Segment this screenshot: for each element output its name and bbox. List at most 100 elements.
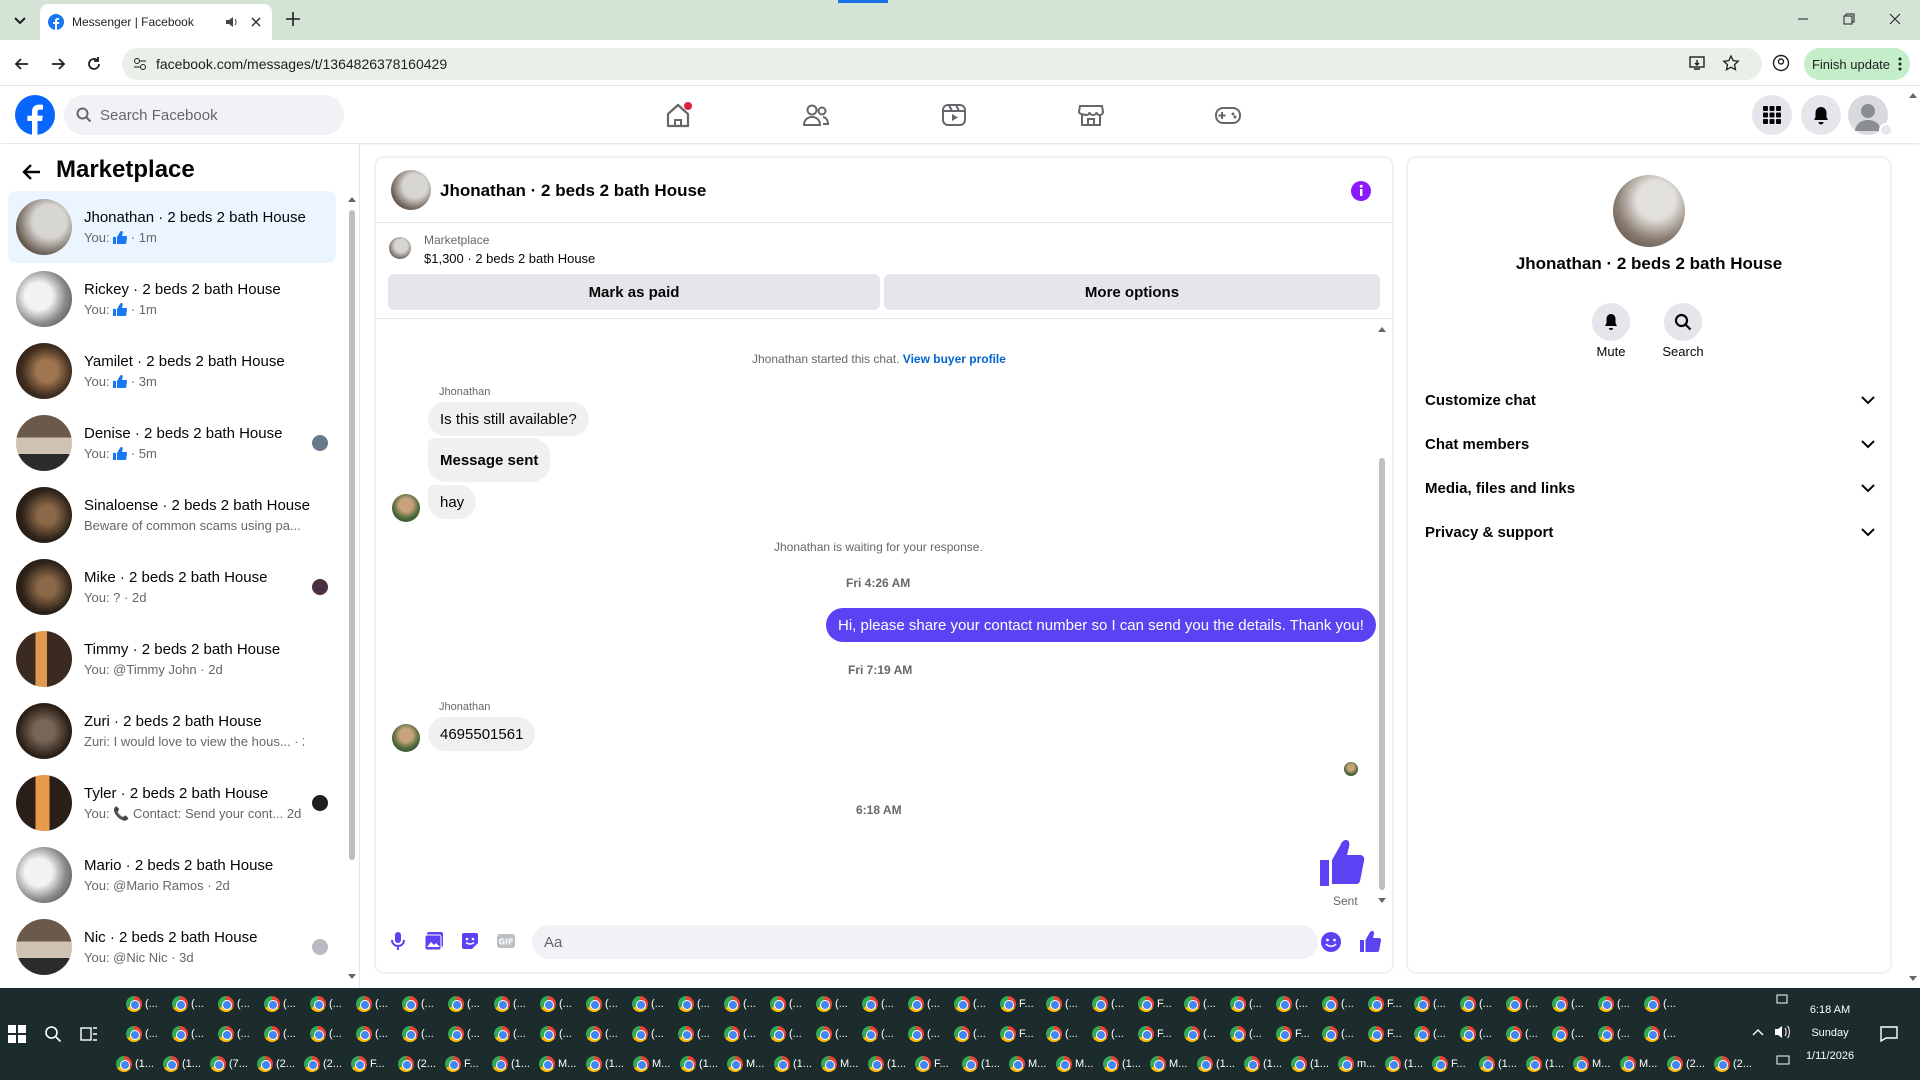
taskbar-chrome-window[interactable]: (...	[402, 1023, 434, 1045]
info-avatar[interactable]	[1613, 175, 1685, 247]
taskbar-chrome-window[interactable]: (...	[310, 993, 342, 1015]
taskbar-chrome-window[interactable]: (...	[1322, 1023, 1354, 1045]
url-bar[interactable]: facebook.com/messages/t/1364826378160429	[122, 48, 1762, 80]
taskbar-chrome-window[interactable]: M...	[1150, 1053, 1187, 1075]
taskbar-chrome-window[interactable]: (...	[494, 993, 526, 1015]
taskbar-chrome-window[interactable]: (...	[1414, 1023, 1446, 1045]
conversation-item[interactable]: Timmy · 2 beds 2 bath House You: @Timmy J…	[8, 623, 336, 695]
conversation-item[interactable]: Zuri · 2 beds 2 bath House Zuri: I would …	[8, 695, 336, 767]
bookmark-star-icon[interactable]	[1722, 54, 1740, 72]
taskbar-chrome-window[interactable]: (1...	[962, 1053, 1000, 1075]
back-icon[interactable]	[12, 54, 32, 74]
nav-friends-icon[interactable]	[802, 102, 830, 128]
taskbar-chrome-window[interactable]: (1...	[586, 1053, 624, 1075]
nav-gaming-icon[interactable]	[1214, 102, 1242, 128]
task-view-icon[interactable]	[80, 1025, 98, 1043]
taskbar-chrome-window[interactable]: M...	[1056, 1053, 1093, 1075]
taskbar-chrome-window[interactable]: (1...	[116, 1053, 154, 1075]
taskbar-chrome-window[interactable]: F...	[1432, 1053, 1466, 1075]
scroll-down-icon[interactable]	[347, 974, 357, 980]
message-bubble[interactable]: Message sent	[428, 438, 551, 482]
chat-members-section[interactable]: Chat members	[1425, 426, 1875, 462]
page-scroll-up-icon[interactable]	[1908, 92, 1918, 98]
mark-as-paid-button[interactable]: Mark as paid	[388, 274, 880, 310]
like-icon[interactable]	[1359, 931, 1381, 953]
taskbar-chrome-window[interactable]: (...	[172, 993, 204, 1015]
chat-scroll-down-icon[interactable]	[1377, 898, 1387, 904]
taskbar-chrome-window[interactable]: M...	[1620, 1053, 1657, 1075]
conversation-item[interactable]: Rickey · 2 beds 2 bath House You: · 1m	[8, 263, 336, 335]
media-files-links-section[interactable]: Media, files and links	[1425, 470, 1875, 506]
sender-avatar[interactable]	[392, 494, 420, 522]
taskbar-chrome-window[interactable]: (2...	[1714, 1053, 1752, 1075]
taskbar-chrome-window[interactable]: (...	[126, 1023, 158, 1045]
speaker-icon[interactable]	[224, 14, 240, 30]
taskbar-chrome-window[interactable]: m...	[1338, 1053, 1375, 1075]
taskbar-chrome-window[interactable]: F...	[1138, 993, 1172, 1015]
message-bubble[interactable]: hay	[428, 485, 477, 519]
taskbar-chrome-window[interactable]: (...	[218, 993, 250, 1015]
taskbar-chrome-window[interactable]: F...	[1000, 993, 1034, 1015]
taskbar-chrome-window[interactable]: (...	[586, 1023, 618, 1045]
taskbar-chrome-window[interactable]: (2...	[1667, 1053, 1705, 1075]
large-like-icon[interactable]	[1318, 838, 1368, 888]
taskbar-chrome-window[interactable]: (...	[1552, 993, 1584, 1015]
taskbar-chrome-window[interactable]: F...	[1276, 1023, 1310, 1045]
account-chevron-icon[interactable]	[1879, 123, 1893, 137]
taskbar-chrome-window[interactable]: (...	[540, 993, 572, 1015]
conversation-item[interactable]: Sinaloense · 2 beds 2 bath House Beware o…	[8, 479, 336, 551]
taskbar-chrome-window[interactable]: (...	[1184, 1023, 1216, 1045]
taskbar-chrome-window[interactable]: (1...	[1244, 1053, 1282, 1075]
mute-button[interactable]	[1592, 303, 1630, 341]
taskbar-chrome-window[interactable]: (1...	[774, 1053, 812, 1075]
conversation-item[interactable]: Nic · 2 beds 2 bath House You: @Nic Nic ·…	[8, 911, 336, 983]
taskbar-chrome-window[interactable]: (...	[356, 993, 388, 1015]
taskbar-chrome-window[interactable]: (...	[1644, 993, 1676, 1015]
close-tab-icon[interactable]	[248, 14, 264, 30]
conversation-item[interactable]: Denise · 2 beds 2 bath House You: · 5m	[8, 407, 336, 479]
taskbar-chrome-window[interactable]: (...	[862, 993, 894, 1015]
view-buyer-profile-link[interactable]: View buyer profile	[903, 352, 1006, 366]
forward-icon[interactable]	[48, 54, 68, 74]
windows-start-icon[interactable]	[8, 1025, 26, 1043]
taskbar-chrome-window[interactable]: (...	[770, 993, 802, 1015]
taskbar-chrome-window[interactable]: M...	[1009, 1053, 1046, 1075]
reload-icon[interactable]	[84, 54, 104, 74]
sender-avatar[interactable]	[392, 724, 420, 752]
taskbar-chrome-window[interactable]: (1...	[868, 1053, 906, 1075]
chat-scroll-up-icon[interactable]	[1377, 326, 1387, 332]
taskbar-chrome-window[interactable]: (...	[954, 1023, 986, 1045]
menu-grid-button[interactable]	[1752, 95, 1792, 135]
browser-tab[interactable]: Messenger | Facebook	[40, 4, 272, 40]
finish-update-button[interactable]: Finish update	[1804, 48, 1910, 80]
taskbar-chrome-window[interactable]: (...	[448, 1023, 480, 1045]
attach-image-icon[interactable]	[424, 931, 444, 951]
taskbar-chrome-window[interactable]: (...	[632, 1023, 664, 1045]
taskbar-chrome-window[interactable]: F...	[445, 1053, 479, 1075]
taskbar-chrome-window[interactable]: M...	[539, 1053, 576, 1075]
taskbar-chrome-window[interactable]: (...	[862, 1023, 894, 1045]
taskbar-chrome-window[interactable]: (1...	[492, 1053, 530, 1075]
taskbar-search-icon[interactable]	[44, 1025, 62, 1043]
taskbar-chrome-window[interactable]: (...	[1322, 993, 1354, 1015]
taskbar-chrome-window[interactable]: (...	[448, 993, 480, 1015]
taskbar-chrome-window[interactable]: (...	[264, 993, 296, 1015]
listing-thumbnail[interactable]	[389, 237, 411, 259]
restore-icon[interactable]	[1842, 12, 1856, 26]
taskbar-chrome-window[interactable]: F...	[1138, 1023, 1172, 1045]
taskbar-chrome-window[interactable]: (2...	[304, 1053, 342, 1075]
sidebar-scrollbar[interactable]	[348, 196, 356, 860]
taskbar-chrome-window[interactable]: F...	[1368, 993, 1402, 1015]
taskbar-chrome-window[interactable]: (...	[1184, 993, 1216, 1015]
message-bubble[interactable]: 4695501561	[428, 717, 536, 751]
taskbar-chrome-window[interactable]: (...	[218, 1023, 250, 1045]
gif-icon[interactable]: GIF	[496, 933, 516, 949]
chat-header-name[interactable]: Jhonathan · 2 beds 2 bath House	[440, 181, 706, 201]
taskbar-chrome-window[interactable]: (...	[770, 1023, 802, 1045]
taskbar-chrome-window[interactable]: F...	[1368, 1023, 1402, 1045]
taskbar-chrome-window[interactable]: (1...	[163, 1053, 201, 1075]
message-bubble[interactable]: Is this still available?	[428, 402, 589, 436]
microphone-icon[interactable]	[389, 931, 407, 951]
taskbar-chrome-window[interactable]: (1...	[1103, 1053, 1141, 1075]
customize-chat-section[interactable]: Customize chat	[1425, 382, 1875, 418]
